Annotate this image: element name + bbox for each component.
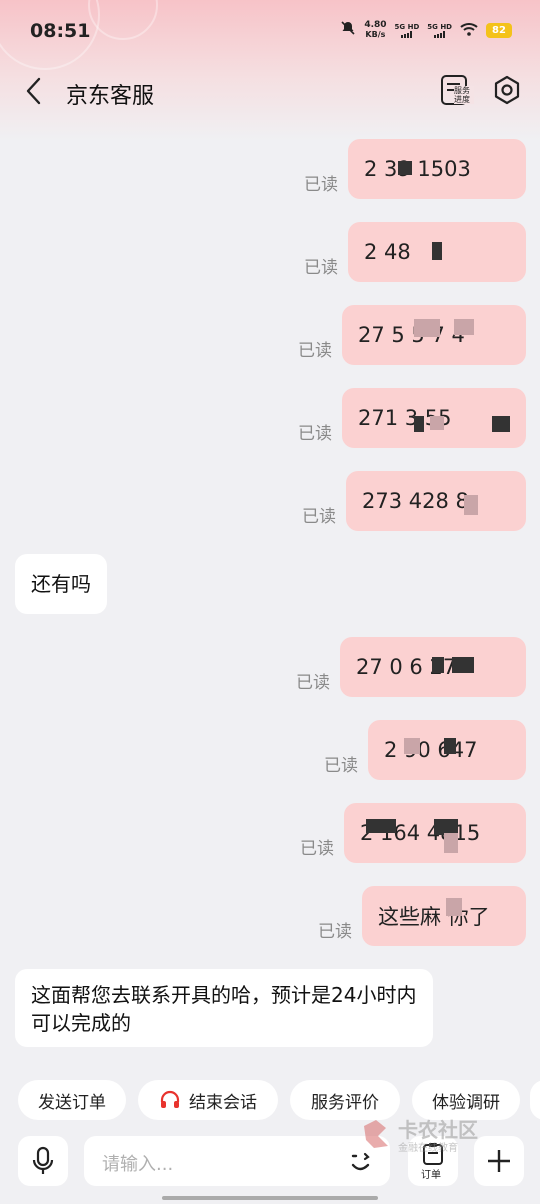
read-receipt: 已读	[302, 507, 336, 527]
redaction-block	[398, 161, 412, 175]
more-quick-action[interactable]	[530, 1080, 540, 1120]
read-receipt: 已读	[298, 341, 332, 361]
read-receipt: 已读	[296, 673, 330, 693]
redaction-block	[414, 319, 440, 337]
status-time: 08:51	[30, 20, 91, 42]
message-bubble-outgoing[interactable]: 2 39 1503	[348, 139, 526, 199]
message-row-outgoing: 已读 2 90 647	[324, 720, 526, 780]
order-label: 订单	[421, 1170, 441, 1181]
end-chat-button[interactable]: 结束会话	[138, 1080, 278, 1120]
redaction-block	[414, 416, 424, 432]
back-button[interactable]	[22, 76, 46, 106]
message-row-outgoing: 已读 27 5 5 7 4	[298, 305, 526, 365]
message-input[interactable]: 请输入...	[84, 1136, 390, 1186]
page-title: 京东客服	[66, 84, 155, 109]
read-receipt: 已读	[304, 175, 338, 195]
settings-button[interactable]	[491, 74, 523, 106]
message-bubble-outgoing[interactable]: 这些麻 你了	[362, 886, 526, 946]
redaction-block	[454, 319, 474, 335]
chat-header: 京东客服 服务进度	[0, 62, 540, 120]
redaction-block	[452, 657, 474, 673]
signal-sim2-icon: 5G HD	[427, 23, 452, 38]
read-receipt: 已读	[298, 424, 332, 444]
redaction-block	[492, 416, 510, 432]
redaction-block	[432, 657, 444, 673]
message-bubble-outgoing[interactable]: 27 5 5 7 4	[342, 305, 526, 365]
redaction-block	[444, 738, 456, 754]
redaction-block	[404, 738, 420, 754]
voice-button[interactable]	[18, 1136, 68, 1186]
network-speed: 4.80 KB/s	[364, 20, 387, 40]
watermark: 卡农社区 金融在线教育	[360, 1112, 490, 1156]
read-receipt: 已读	[300, 839, 334, 859]
mute-icon	[340, 20, 356, 40]
redaction-block	[366, 819, 396, 833]
message-bubble-outgoing[interactable]: 273 428 8	[346, 471, 526, 531]
message-row-outgoing: 已读 这些麻 你了	[318, 886, 526, 946]
signal-sim1-icon: 5G HD	[395, 23, 419, 38]
message-bubble-outgoing[interactable]: 271 3 55	[342, 388, 526, 448]
service-progress-button[interactable]: 服务进度	[440, 74, 474, 106]
redaction-block	[446, 898, 462, 916]
read-receipt: 已读	[324, 756, 358, 776]
message-bubble-outgoing[interactable]: 2 164 4815	[344, 803, 526, 863]
microphone-icon	[32, 1146, 54, 1174]
watermark-logo-icon	[364, 1120, 388, 1148]
message-row-outgoing: 已读 27 0 6 27	[296, 637, 526, 697]
chevron-left-icon	[26, 77, 41, 105]
message-bubble-incoming[interactable]: 这面帮您去联系开具的哈，预计是24小时内可以完成的	[15, 969, 433, 1047]
status-bar: 08:51 4.80 KB/s 5G HD 5G HD 82	[0, 0, 540, 62]
wifi-icon	[460, 21, 478, 40]
battery-icon: 82	[486, 22, 512, 38]
message-bubble-outgoing[interactable]: 27 0 6 27	[340, 637, 526, 697]
headset-icon	[160, 1090, 180, 1108]
redaction-block	[464, 495, 478, 515]
send-order-button[interactable]: 发送订单	[18, 1080, 126, 1120]
message-row-outgoing: 已读 271 3 55	[298, 388, 526, 448]
message-row-outgoing: 已读 273 428 8	[302, 471, 526, 531]
redaction-block	[432, 242, 442, 260]
redaction-block	[430, 416, 444, 430]
message-bubble-outgoing[interactable]: 2 90 647	[368, 720, 526, 780]
message-row-outgoing: 已读 2 48	[304, 222, 526, 282]
message-row-outgoing: 已读 2 164 4815	[300, 803, 526, 863]
message-bubble-outgoing[interactable]: 2 48	[348, 222, 526, 282]
home-indicator[interactable]	[162, 1196, 378, 1200]
message-bubble-incoming[interactable]: 还有吗	[15, 554, 107, 614]
redaction-block	[444, 833, 458, 853]
read-receipt: 已读	[304, 258, 338, 278]
gear-icon	[494, 75, 520, 105]
message-row-outgoing: 已读 2 39 1503	[304, 139, 526, 199]
service-progress-label: 服务进度	[454, 86, 474, 104]
status-icons: 4.80 KB/s 5G HD 5G HD 82	[340, 20, 512, 40]
read-receipt: 已读	[318, 922, 352, 942]
